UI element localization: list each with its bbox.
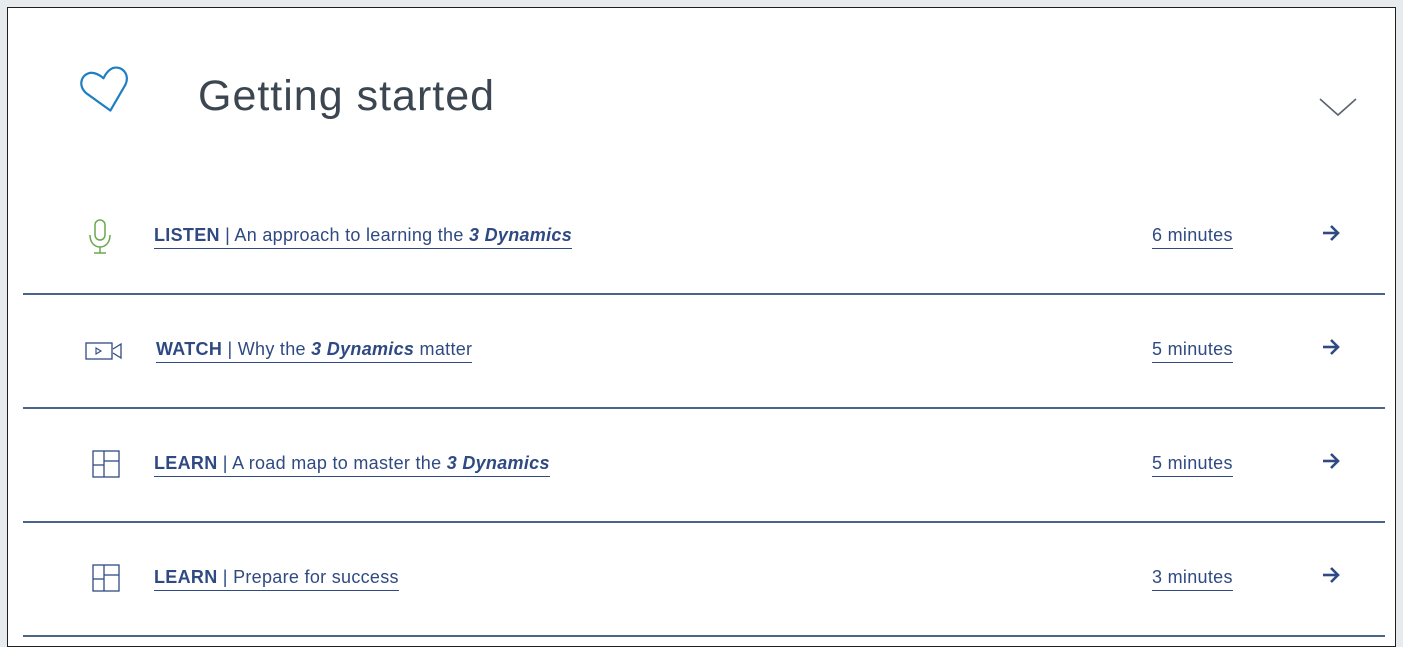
item-link-learn-prepare[interactable]: LEARN | Prepare for success: [154, 567, 399, 591]
item-text: An approach to learning the: [234, 225, 469, 245]
layout-grid-icon: [92, 450, 120, 478]
item-separator: |: [217, 453, 233, 473]
microphone-icon: [89, 219, 111, 254]
item-duration[interactable]: 5 minutes: [1152, 339, 1233, 363]
item-separator: |: [219, 225, 235, 245]
item-emphasis: 3 Dynamics: [311, 339, 415, 359]
list-item-learn-roadmap[interactable]: LEARN | A road map to master the 3 Dynam…: [23, 410, 1385, 523]
item-kind: WATCH: [156, 339, 223, 359]
arrow-right-icon[interactable]: [1320, 564, 1342, 586]
layout-grid-icon: [92, 564, 120, 592]
item-duration[interactable]: 5 minutes: [1152, 453, 1233, 477]
list-item-watch[interactable]: WATCH | Why the 3 Dynamics matter 5 minu…: [23, 296, 1385, 409]
item-link-watch[interactable]: WATCH | Why the 3 Dynamics matter: [156, 339, 473, 363]
item-kind: LEARN: [154, 567, 218, 587]
item-emphasis: 3 Dynamics: [446, 453, 550, 473]
item-separator: |: [217, 567, 234, 587]
page-title: Getting started: [198, 72, 496, 120]
video-camera-icon: [85, 342, 122, 360]
list-item-listen[interactable]: LISTEN | An approach to learning the 3 D…: [23, 182, 1385, 295]
item-duration[interactable]: 6 minutes: [1152, 225, 1233, 249]
item-emphasis: 3 Dynamics: [468, 225, 573, 245]
item-text: Prepare for success: [233, 567, 399, 587]
item-kind: LEARN: [154, 453, 218, 473]
item-link-listen[interactable]: LISTEN | An approach to learning the 3 D…: [154, 225, 573, 249]
item-duration[interactable]: 3 minutes: [1152, 567, 1233, 591]
item-text: Why the: [237, 339, 312, 359]
heart-outline-icon: [80, 66, 128, 112]
item-text-after: matter: [414, 339, 473, 359]
item-separator: |: [222, 339, 238, 359]
arrow-right-icon[interactable]: [1320, 222, 1342, 244]
arrow-right-icon[interactable]: [1320, 336, 1342, 358]
chevron-down-icon[interactable]: [1318, 95, 1358, 119]
card-header[interactable]: Getting started: [8, 8, 1395, 188]
list-item-learn-prepare[interactable]: LEARN | Prepare for success 3 minutes: [23, 524, 1385, 637]
arrow-right-icon[interactable]: [1320, 450, 1342, 472]
getting-started-card: Getting started LISTEN | An approach to …: [7, 7, 1396, 647]
item-text: A road map to master the: [232, 453, 447, 473]
item-link-learn-roadmap[interactable]: LEARN | A road map to master the 3 Dynam…: [154, 453, 550, 477]
item-kind: LISTEN: [154, 225, 220, 245]
